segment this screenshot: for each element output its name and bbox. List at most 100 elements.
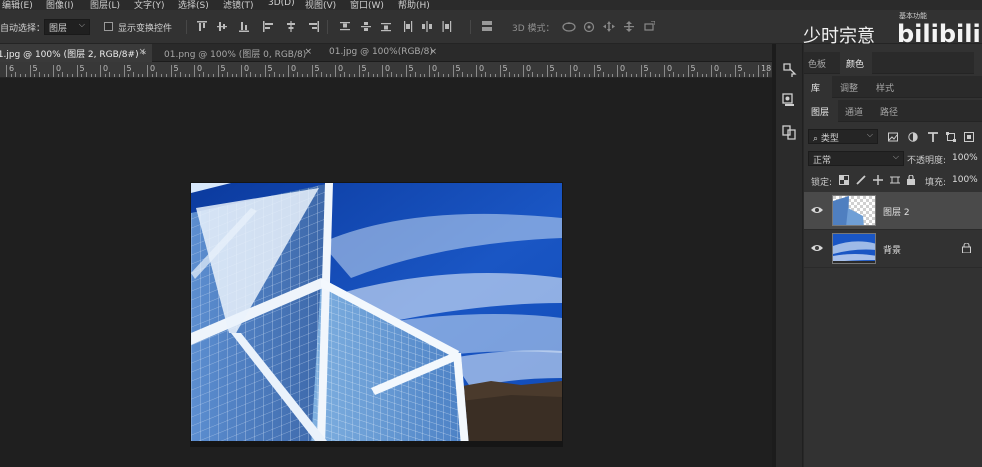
slide-3d-icon[interactable] — [623, 21, 635, 32]
align-hcenter-icon[interactable] — [286, 21, 296, 32]
canvas-area[interactable] — [0, 78, 772, 467]
tab-paths[interactable]: 路径 — [880, 100, 910, 122]
menu-select[interactable]: 选择(S) — [178, 0, 209, 10]
filter-shape-icon[interactable] — [946, 132, 956, 142]
align-left-icon[interactable] — [263, 21, 273, 32]
distribute-vcenter-icon[interactable] — [361, 21, 371, 32]
menu-help[interactable]: 帮助(H) — [398, 0, 430, 10]
menu-layer[interactable]: 图层(L) — [90, 0, 120, 10]
ruler-tick — [76, 65, 78, 77]
ruler-tick — [377, 74, 379, 77]
layer-name[interactable]: 背景 — [883, 243, 901, 256]
ruler-tick — [725, 74, 727, 77]
filter-adjustment-icon[interactable] — [908, 132, 918, 142]
distribute-left-icon[interactable] — [403, 21, 413, 32]
tab-styles[interactable]: 样式 — [876, 76, 906, 98]
lock-pixels-icon[interactable] — [856, 175, 866, 185]
auto-select-dropdown[interactable]: 图层 ⌵ — [44, 19, 90, 35]
layer-name[interactable]: 图层 2 — [883, 205, 910, 218]
menu-image[interactable]: 图像(I) — [46, 0, 74, 10]
ruler-tick — [499, 65, 501, 77]
ruler-tick — [396, 74, 398, 77]
ruler-tick — [560, 74, 562, 77]
lock-position-icon[interactable] — [873, 175, 883, 185]
ruler-tick — [95, 74, 97, 77]
tab-document-3[interactable]: 01.jpg @ 100%(RGB/8) × — [321, 44, 443, 62]
tab-label: 调整 — [840, 84, 859, 94]
lock-artboard-icon[interactable] — [890, 175, 900, 185]
ruler-tick — [424, 74, 426, 77]
menu-type[interactable]: 文字(Y) — [134, 0, 165, 10]
layer-filter-dropdown[interactable]: ⌕ 类型 ⌵ — [808, 129, 878, 144]
tab-libraries[interactable]: 库 — [804, 76, 832, 98]
ruler-tick — [687, 65, 689, 77]
align-vcenter-icon[interactable] — [217, 21, 227, 32]
close-icon[interactable]: × — [138, 47, 146, 57]
lock-transparent-icon[interactable] — [839, 175, 849, 185]
tab-swatches[interactable]: 色板 — [808, 52, 838, 74]
tab-layers[interactable]: 图层 — [804, 100, 838, 122]
tab-adjustments[interactable]: 调整 — [840, 76, 870, 98]
ruler-label: 5 — [643, 64, 649, 73]
ruler-tick — [565, 74, 567, 77]
ruler-tick — [748, 74, 750, 77]
properties-icon[interactable] — [782, 92, 797, 108]
fill-value[interactable]: 100% — [952, 175, 978, 185]
scale-3d-icon[interactable] — [643, 21, 655, 32]
align-bottom-icon[interactable] — [239, 21, 249, 32]
layer-row-layer2[interactable]: 图层 2 — [804, 192, 982, 230]
tab-document-2[interactable]: 01.png @ 100% (图层 0, RGB/8) × — [156, 44, 318, 62]
tab-label: 路径 — [880, 108, 899, 118]
ruler-tick — [612, 74, 614, 77]
menu-window[interactable]: 窗口(W) — [350, 0, 384, 10]
ruler-tick — [156, 72, 158, 77]
paragraph-icon[interactable] — [782, 124, 797, 140]
tab-channels[interactable]: 通道 — [845, 100, 875, 122]
ruler-tick — [541, 74, 543, 77]
ruler-tick — [184, 74, 186, 77]
eye-icon[interactable] — [811, 205, 823, 215]
ruler-tick — [320, 72, 322, 77]
rotate-3d-icon[interactable] — [562, 21, 576, 32]
ruler-label: 5 — [596, 64, 602, 73]
align-top-icon[interactable] — [197, 21, 207, 32]
ruler-tick — [335, 65, 336, 77]
ruler-label: 0 — [291, 64, 297, 73]
history-icon[interactable] — [782, 62, 797, 78]
layer-row-background[interactable]: 背景 — [804, 230, 982, 268]
tab-color[interactable]: 颜色 — [840, 52, 872, 74]
distribute-right-icon[interactable] — [442, 21, 452, 32]
opacity-value[interactable]: 100% — [952, 153, 978, 163]
filter-pixel-icon[interactable] — [888, 132, 898, 142]
distribute-top-icon[interactable] — [340, 21, 350, 32]
menu-view[interactable]: 视图(V) — [305, 0, 336, 10]
document-image[interactable] — [191, 183, 562, 446]
menu-filter[interactable]: 滤镜(T) — [223, 0, 254, 10]
ruler-tick — [485, 72, 487, 77]
distribute-hcenter-icon[interactable] — [422, 21, 432, 32]
roll-3d-icon[interactable] — [583, 21, 595, 32]
blend-mode-dropdown[interactable]: 正常 ⌵ — [808, 151, 904, 166]
distribute-bottom-icon[interactable] — [381, 21, 391, 32]
ruler-tick — [668, 74, 670, 77]
auto-align-icon[interactable] — [482, 21, 492, 32]
close-icon[interactable]: × — [429, 47, 437, 57]
ruler-label: 18 — [761, 64, 772, 73]
filter-type-icon[interactable] — [928, 132, 938, 142]
lock-all-icon[interactable] — [906, 174, 916, 185]
ruler-tick — [701, 74, 703, 77]
filter-smart-object-icon[interactable] — [964, 132, 974, 142]
tab-document-1[interactable]: 01.jpg @ 100% (图层 2, RGB/8#) * × — [0, 44, 152, 62]
drag-3d-icon[interactable] — [603, 21, 615, 32]
ruler-tick — [325, 74, 327, 77]
ruler-tick — [137, 74, 139, 77]
menu-edit[interactable]: 编辑(E) — [2, 0, 33, 10]
eye-icon[interactable] — [811, 243, 823, 253]
align-right-icon[interactable] — [309, 21, 319, 32]
ruler-tick — [151, 74, 153, 77]
ruler-tick — [264, 65, 266, 77]
lock-icon[interactable] — [962, 242, 971, 254]
show-transform-checkbox[interactable] — [104, 22, 113, 31]
menu-3d[interactable]: 3D(D) — [268, 0, 295, 8]
close-icon[interactable]: × — [304, 47, 312, 57]
